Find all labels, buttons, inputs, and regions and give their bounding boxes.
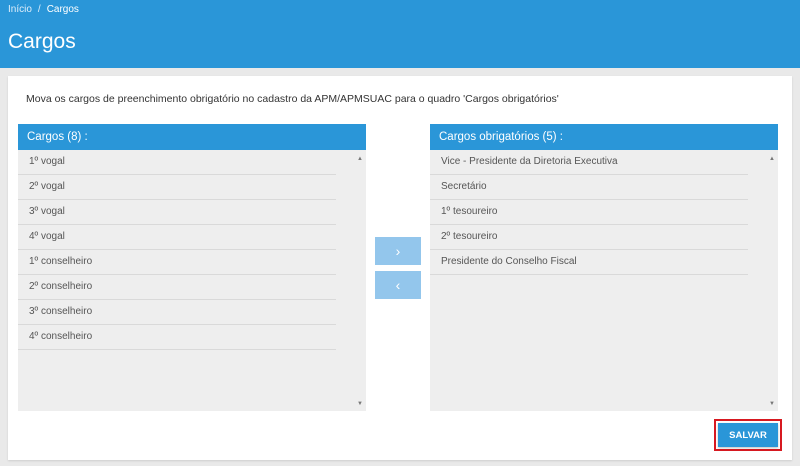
chevron-left-icon: ‹ xyxy=(395,277,401,293)
page-title: Cargos xyxy=(8,30,76,53)
list-item[interactable]: 4º conselheiro xyxy=(18,325,336,350)
breadcrumb-current: Cargos xyxy=(46,4,79,15)
breadcrumb: Início / Cargos xyxy=(8,4,79,15)
list-item[interactable]: 1º vogal xyxy=(18,150,336,175)
save-button-highlight: SALVAR xyxy=(714,419,782,451)
required-roles-body[interactable]: Vice - Presidente da Diretoria Executiva… xyxy=(430,150,778,411)
save-button[interactable]: SALVAR xyxy=(718,423,778,447)
list-item[interactable]: Vice - Presidente da Diretoria Executiva xyxy=(430,150,748,175)
instruction-text: Mova os cargos de preenchimento obrigató… xyxy=(26,93,559,105)
content-card: Mova os cargos de preenchimento obrigató… xyxy=(8,76,792,460)
available-roles-body[interactable]: 1º vogal 2º vogal 3º vogal 4º vogal 1º c… xyxy=(18,150,366,411)
required-roles-header: Cargos obrigatórios (5) : xyxy=(430,124,778,150)
list-item[interactable]: 2º vogal xyxy=(18,175,336,200)
list-item[interactable]: 2º conselheiro xyxy=(18,275,336,300)
available-scrollbar[interactable]: ▲ ▼ xyxy=(352,150,366,411)
scroll-up-icon[interactable]: ▲ xyxy=(769,156,775,162)
scroll-up-icon[interactable]: ▲ xyxy=(357,156,363,162)
scroll-down-icon[interactable]: ▼ xyxy=(357,401,363,407)
list-item[interactable]: 4º vogal xyxy=(18,225,336,250)
breadcrumb-separator: / xyxy=(37,4,41,15)
scroll-down-icon[interactable]: ▼ xyxy=(769,401,775,407)
list-item[interactable]: Presidente do Conselho Fiscal xyxy=(430,250,748,275)
list-item[interactable]: 3º conselheiro xyxy=(18,300,336,325)
list-item[interactable]: Secretário xyxy=(430,175,748,200)
available-roles-list: Cargos (8) : 1º vogal 2º vogal 3º vogal … xyxy=(18,124,366,411)
list-item[interactable]: 2º tesoureiro xyxy=(430,225,748,250)
move-right-button[interactable]: › xyxy=(375,237,421,265)
available-roles-header: Cargos (8) : xyxy=(18,124,366,150)
breadcrumb-home-link[interactable]: Início xyxy=(8,4,32,15)
chevron-right-icon: › xyxy=(395,243,401,259)
page-header: Início / Cargos Cargos xyxy=(0,0,800,68)
list-item[interactable]: 1º tesoureiro xyxy=(430,200,748,225)
list-item[interactable]: 3º vogal xyxy=(18,200,336,225)
move-left-button[interactable]: ‹ xyxy=(375,271,421,299)
required-scrollbar[interactable]: ▲ ▼ xyxy=(764,150,778,411)
list-item[interactable]: 1º conselheiro xyxy=(18,250,336,275)
required-roles-list: Cargos obrigatórios (5) : Vice - Preside… xyxy=(430,124,778,411)
